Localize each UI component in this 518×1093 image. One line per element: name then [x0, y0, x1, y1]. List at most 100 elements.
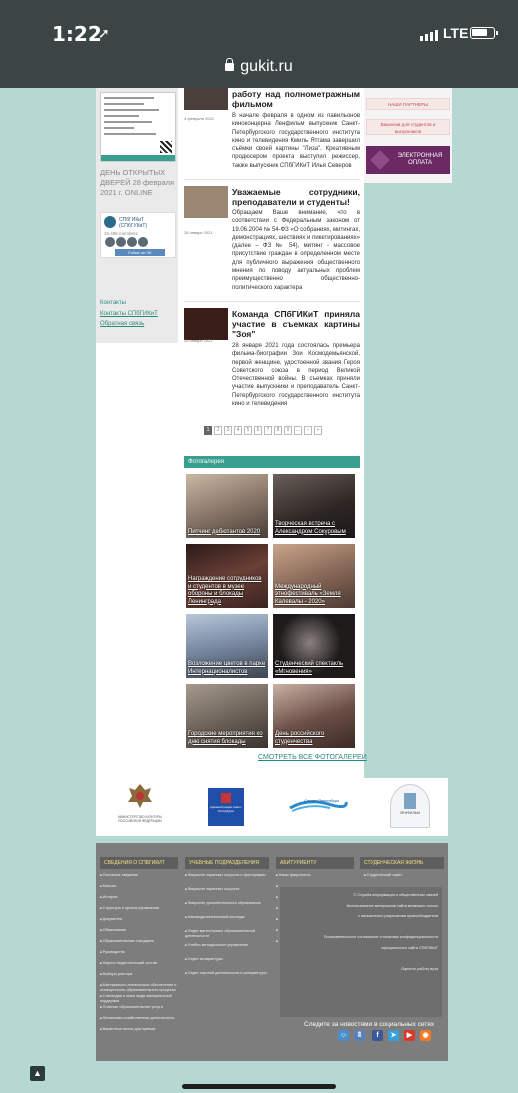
footer-link[interactable]: Структура и органы управления	[100, 906, 178, 911]
facebook-icon[interactable]: f	[372, 1030, 383, 1041]
spb-administration-logo[interactable]: Администрация Санкт-Петербурга	[208, 788, 244, 826]
partners-button[interactable]: НАШИ ПАРТНЕРЫ	[366, 98, 450, 110]
status-time: 1:22	[52, 22, 102, 46]
footer-link[interactable]: Стипендии и иные виды материальной подде…	[100, 994, 178, 1004]
youtube-icon[interactable]: ▶	[404, 1030, 415, 1041]
page-button[interactable]: 9	[284, 426, 292, 435]
e-payment-button[interactable]: ЭЛЕКТРОННАЯ ОПЛАТА	[366, 146, 450, 174]
avatar	[104, 216, 116, 228]
footer-link[interactable]: История	[100, 895, 178, 900]
network-label: LTE	[443, 25, 469, 41]
gallery-heading: Фотогалерея	[184, 456, 360, 468]
news-thumbnail[interactable]	[184, 186, 228, 218]
footer-link[interactable]: Отдел аспирантуры	[185, 957, 269, 962]
footer-link[interactable]	[276, 906, 278, 911]
photo-caption: Питчинг дебютантов 2020	[188, 528, 261, 535]
battery-icon	[470, 27, 498, 39]
footer-link[interactable]: Миссия	[100, 884, 178, 889]
page-button[interactable]: 4	[234, 426, 242, 435]
photo-caption: День российского студенчества	[275, 731, 325, 745]
footer-link[interactable]: Выборы ректора	[100, 972, 178, 977]
footer-link[interactable]: Учебно-методическое управление	[185, 943, 269, 948]
footer-link[interactable]: Отдел научной деятельности и аспирантуры	[185, 971, 269, 976]
contacts-link[interactable]: Контакты СПбГИКиТ	[100, 311, 158, 317]
see-all-galleries-link[interactable]: СМОТРЕТЬ ВСЕ ФОТОГАЛЕРЕИ	[258, 754, 367, 761]
footer-link[interactable]: Научно-педагогический состав	[100, 961, 178, 966]
footer-link[interactable]: Наши факультеты	[276, 873, 311, 878]
page-button[interactable]: 7	[264, 426, 272, 435]
copyright-text: © Служба информации и общественных связе…	[353, 893, 438, 897]
vk-group-name[interactable]: СПбГИКиТ (СПбГУКиТ)	[119, 217, 173, 229]
news-date: 4 февраля 2021	[184, 116, 214, 121]
vacancies-button[interactable]: Вакансии для студентов и выпускников	[366, 119, 450, 135]
footer-link[interactable]: Студенческий совет	[364, 873, 402, 878]
privacy-link[interactable]: Пользовательское соглашение и политика к…	[324, 935, 438, 939]
footer-link[interactable]: Образование	[100, 928, 178, 933]
footer-heading-about: СВЕДЕНИЯ О СПБГИКИТ	[100, 857, 178, 869]
footer-link[interactable]: Вакантные места для приема	[100, 1027, 178, 1032]
page-button[interactable]: 2	[214, 426, 222, 435]
news-text: Обращаем Ваше внимание, что в соответств…	[232, 210, 360, 291]
footer-link[interactable]: Финансово-хозяйственная деятельность	[100, 1016, 178, 1021]
page-button[interactable]: 1	[204, 426, 212, 435]
last-page-button[interactable]: »	[314, 426, 322, 435]
gallery-photo[interactable]: Городские мероприятия ко дню снятия блок…	[186, 684, 268, 748]
privacy-link[interactable]: официального сайта СПбГИКиТ	[381, 946, 438, 950]
footer-link[interactable]	[276, 917, 278, 922]
vk-icon[interactable]: ʬ	[354, 1030, 365, 1041]
telegram-icon[interactable]: ➤	[388, 1030, 399, 1041]
footer-link[interactable]	[276, 939, 278, 944]
footer-link[interactable]: Платные образовательные услуги	[100, 1005, 178, 1010]
page-button[interactable]: 6	[254, 426, 262, 435]
footer-link[interactable]: Руководство	[100, 950, 178, 955]
footer-link[interactable]: Материально-техническое обеспечение и ос…	[100, 983, 178, 993]
news-thumbnail[interactable]	[184, 88, 228, 110]
gallery-photo[interactable]: Международный этнофестиваль «Земля Калев…	[273, 544, 355, 608]
news-title[interactable]: работу над полнометражным фильмом	[232, 89, 360, 109]
footer-link[interactable]: Факультет экранных искусств и фотографии	[185, 873, 269, 878]
rss-icon[interactable]: ◉	[420, 1030, 431, 1041]
footer-link[interactable]: Документы	[100, 917, 178, 922]
news-thumbnail[interactable]	[184, 308, 228, 340]
vk-widget[interactable]: СПбГИКиТ (СПбГУКиТ) 16,495 members Follo…	[100, 212, 176, 258]
page-button[interactable]: 8	[274, 426, 282, 435]
footer-link[interactable]: Факультет дополнительного образования	[185, 901, 269, 906]
news-title[interactable]: Уважаемые сотрудники, преподаватели и ст…	[232, 187, 360, 207]
footer-link[interactable]: Факультет экранных искусств	[185, 887, 269, 892]
photo-caption: Городские мероприятия ко дню снятия блок…	[188, 731, 263, 745]
footer-link[interactable]: Отдел магистерских образовательной деяте…	[185, 929, 269, 939]
footer-link[interactable]	[276, 884, 278, 889]
page-button[interactable]: 5	[244, 426, 252, 435]
vk-follow-button[interactable]: Follow on VK	[115, 249, 165, 256]
ministry-culture-logo[interactable]: МИНИСТЕРСТВО КУЛЬТУРЫ РОССИЙСКОЙ ФЕДЕРАЦ…	[116, 782, 164, 823]
photo-caption: Международный этнофестиваль «Земля Калев…	[275, 583, 341, 605]
footer-link[interactable]	[276, 928, 278, 933]
rate-university-link[interactable]: Оценить работу вуза	[401, 967, 438, 971]
page-button[interactable]: 3	[224, 426, 232, 435]
footer-link[interactable]	[276, 895, 278, 900]
gallery-photo[interactable]: Студенческий спектакль «Мгновения»	[273, 614, 355, 678]
next-page-button[interactable]: ›	[304, 426, 312, 435]
footer-link[interactable]: Киновидеотехнический колледж	[185, 915, 269, 920]
news-title[interactable]: Команда СПбГИКиТ приняла участие в съемк…	[232, 309, 360, 339]
lenfilm-logo[interactable]: ЛЕНФИЛЬМ	[390, 784, 430, 828]
gallery-photo[interactable]: День российского студенчества	[273, 684, 355, 748]
open-day-text[interactable]: ДЕНЬ ОТКРЫТЫХ ДВЕРЕЙ 28 февраля 2021 г. …	[100, 168, 176, 198]
partners-strip: МИНИСТЕРСТВО КУЛЬТУРЫ РОССИЙСКОЙ ФЕДЕРАЦ…	[96, 778, 448, 836]
spb-city-logo[interactable]: Санкт-Петербург	[288, 796, 348, 814]
open-day-poster[interactable]	[100, 92, 176, 162]
gallery-photo[interactable]: Награждение сотрудников и студентов в му…	[186, 544, 268, 608]
footer-link[interactable]: Основные сведения	[100, 873, 178, 878]
feedback-link[interactable]: Обратная связь	[100, 321, 144, 327]
home-indicator[interactable]	[182, 1084, 336, 1089]
copyright-text: Использование материалов сайта возможно …	[346, 904, 438, 908]
address-bar[interactable]: gukit.ru	[0, 58, 518, 76]
location-arrow-icon: ➚	[98, 25, 110, 41]
gallery-photo[interactable]: Питчинг дебютантов 2020	[186, 474, 268, 538]
photo-caption: Студенческий спектакль «Мгновения»	[275, 661, 344, 675]
gallery-photo[interactable]: Возложение цветов в парке Интернационали…	[186, 614, 268, 678]
ok-icon[interactable]: ☺	[338, 1030, 349, 1041]
footer-link[interactable]: Образовательные стандарты	[100, 939, 178, 944]
gallery-photo[interactable]: Творческая встреча с Александром Сокуров…	[273, 474, 355, 538]
scroll-to-top-button[interactable]: ▲	[30, 1066, 45, 1081]
